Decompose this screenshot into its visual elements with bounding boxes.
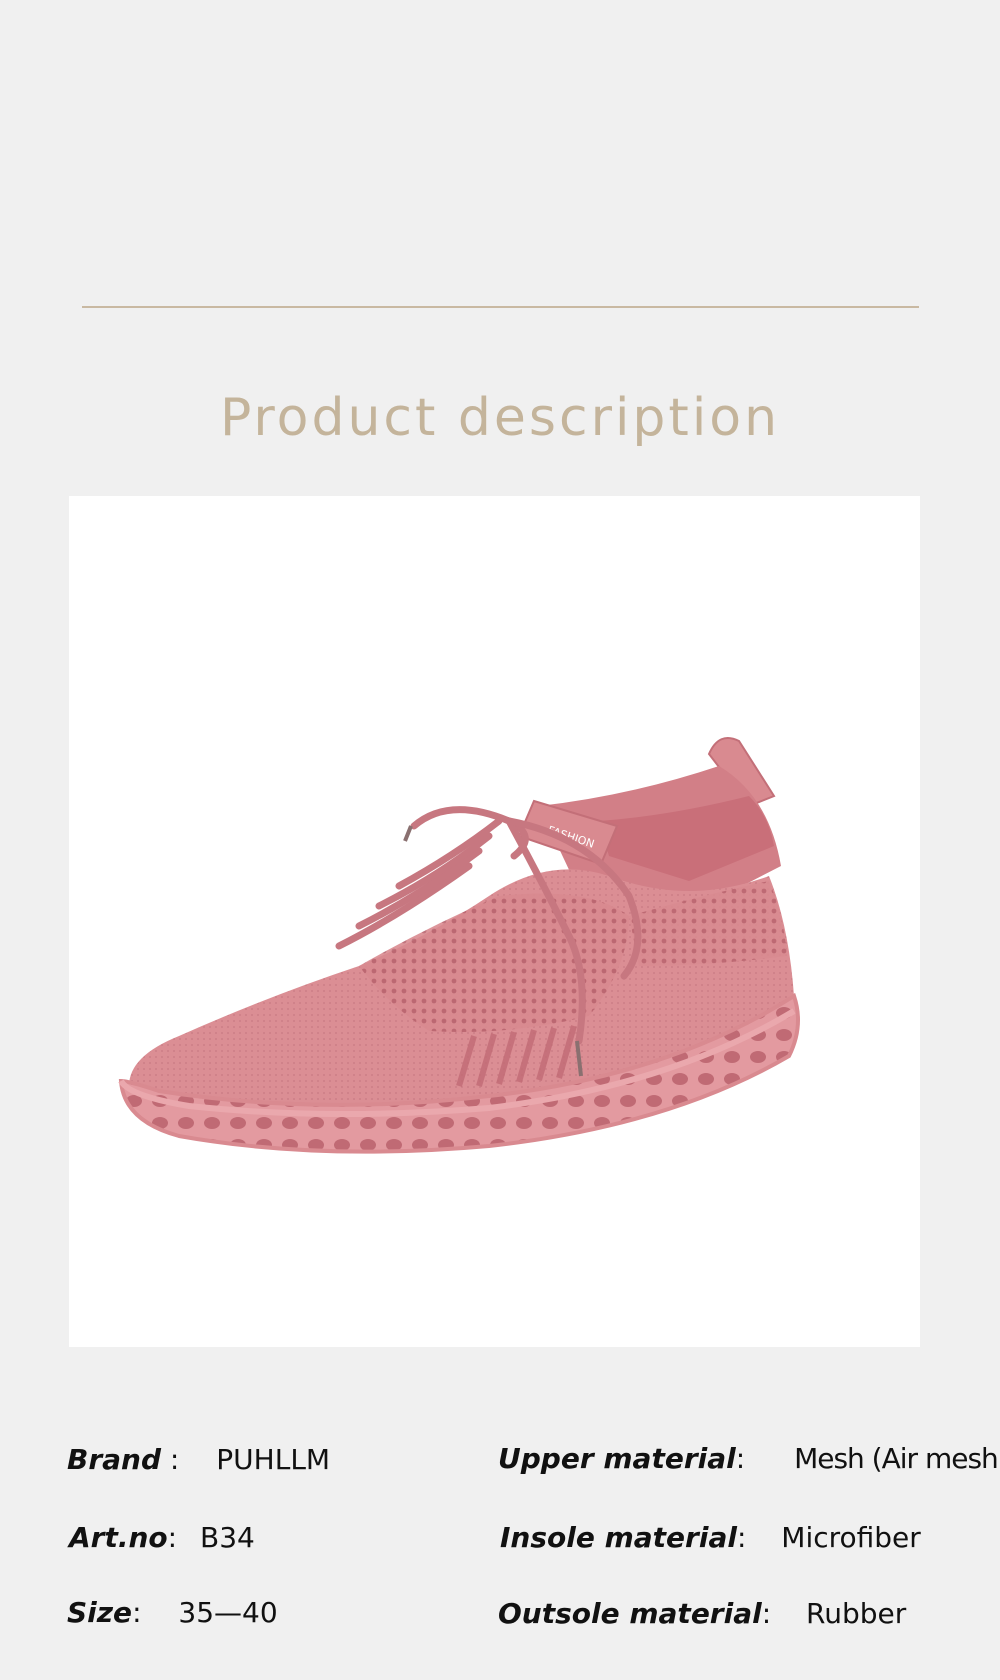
spec-size: Size: 35—40 bbox=[67, 1596, 278, 1629]
spec-brand-sep: : bbox=[161, 1443, 180, 1476]
spec-outsole-material-sep: : bbox=[761, 1597, 772, 1630]
spec-upper-material-label: Upper material bbox=[498, 1442, 736, 1475]
product-photo: FASHION bbox=[69, 496, 920, 1347]
spec-upper-material-sep: : bbox=[735, 1442, 746, 1475]
spec-brand-label: Brand bbox=[67, 1443, 162, 1476]
spec-art-no-label: Art.no bbox=[69, 1521, 168, 1554]
spec-size-label: Size bbox=[67, 1596, 133, 1629]
spec-art-no-value: B34 bbox=[200, 1521, 255, 1554]
spec-art-no: Art.no: B34 bbox=[69, 1521, 255, 1554]
spec-insole-material-value: Microfiber bbox=[781, 1521, 921, 1554]
spec-outsole-material-value: Rubber bbox=[806, 1597, 907, 1630]
spec-size-value: 35—40 bbox=[178, 1596, 278, 1629]
spec-insole-material-label: Insole material bbox=[500, 1521, 737, 1554]
spec-insole-material-sep: : bbox=[736, 1521, 747, 1554]
spec-upper-material: Upper material: Mesh (Air mesh) bbox=[498, 1442, 1000, 1475]
spec-upper-material-value: Mesh (Air mesh) bbox=[794, 1442, 1000, 1475]
spec-brand: Brand : PUHLLM bbox=[67, 1443, 330, 1476]
spec-art-no-sep: : bbox=[167, 1521, 178, 1554]
spec-outsole-material-label: Outsole material bbox=[498, 1597, 762, 1630]
spec-outsole-material: Outsole material: Rubber bbox=[498, 1597, 906, 1630]
section-divider bbox=[82, 306, 919, 308]
spec-brand-value: PUHLLM bbox=[216, 1443, 331, 1476]
sneaker-illustration: FASHION bbox=[118, 737, 800, 1154]
section-title: Product description bbox=[219, 388, 781, 448]
spec-size-sep: : bbox=[132, 1596, 142, 1629]
spec-insole-material: Insole material: Microfiber bbox=[500, 1521, 921, 1554]
